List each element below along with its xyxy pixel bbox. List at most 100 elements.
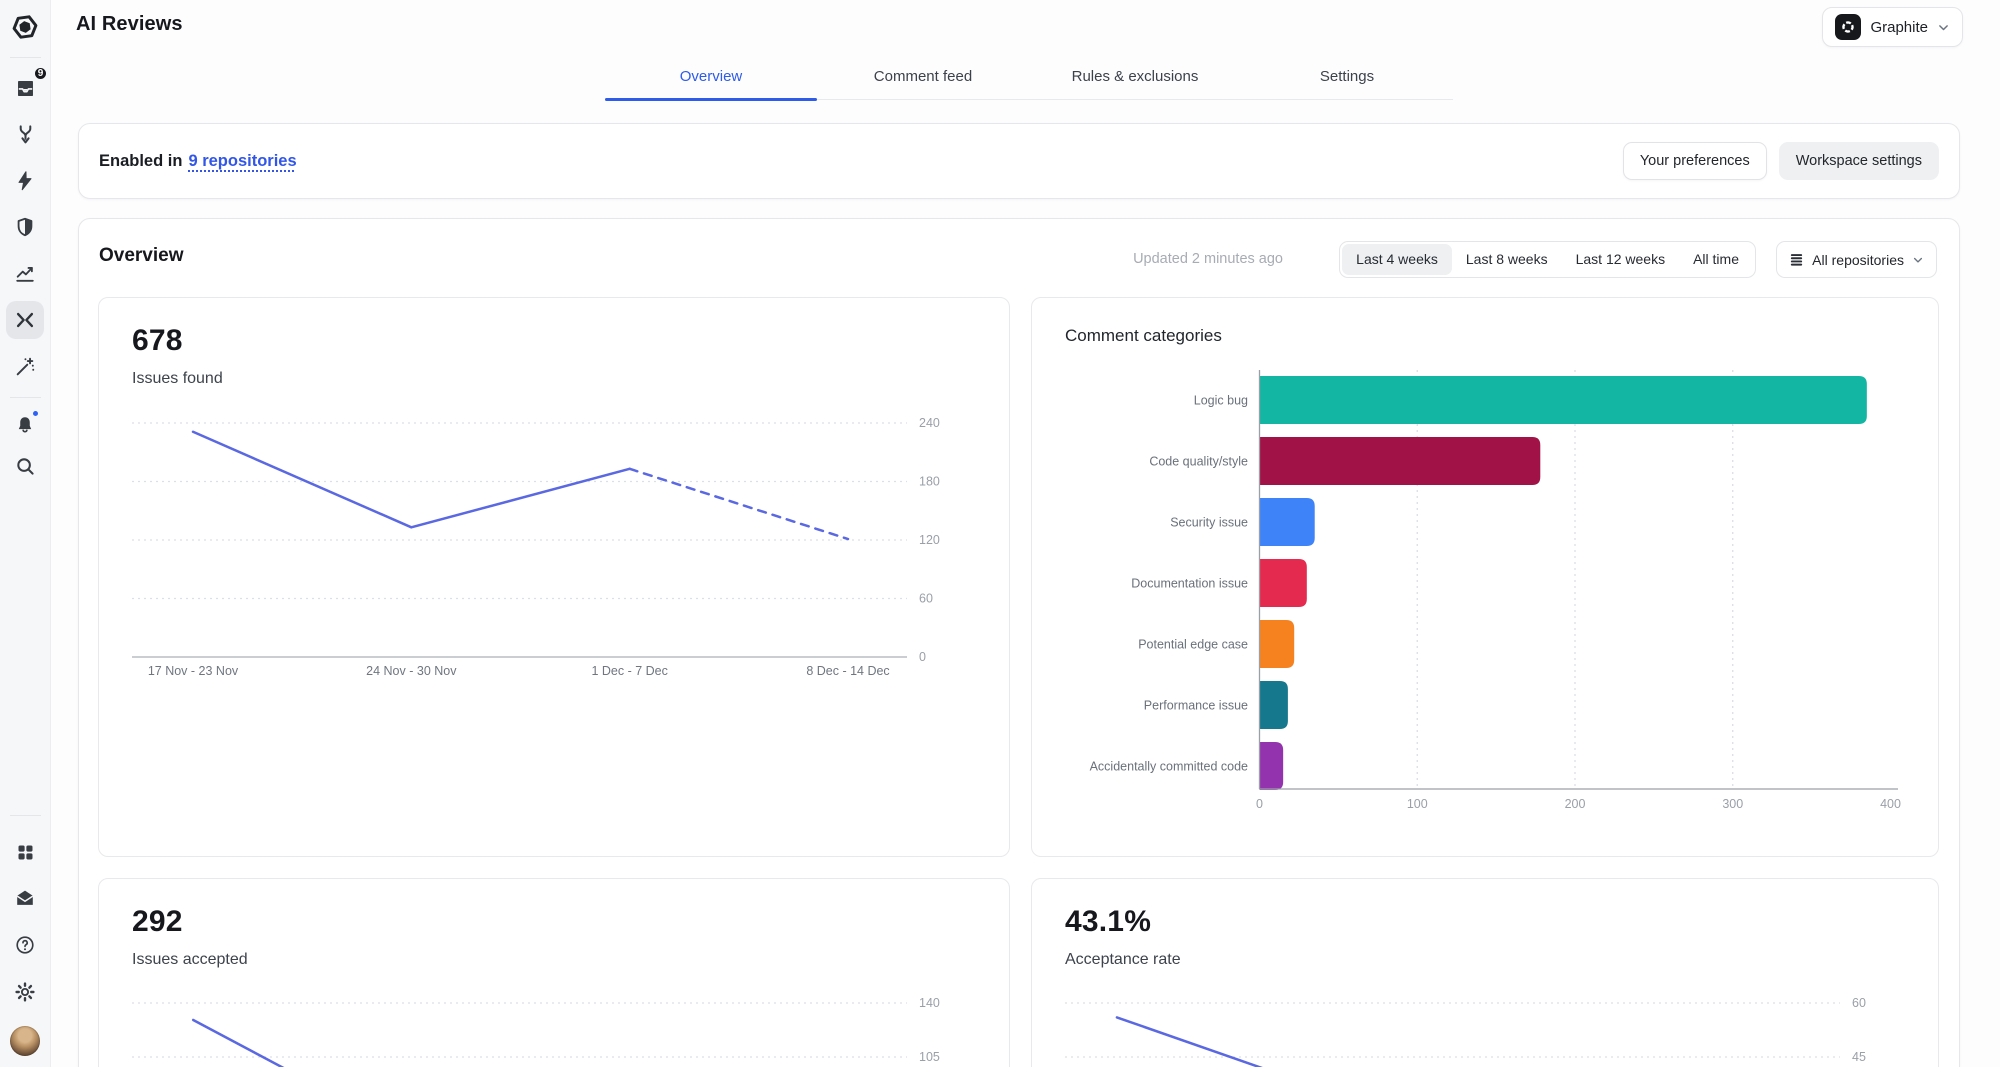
graphite-logo[interactable] [6,8,44,46]
chevron-down-icon [1913,257,1923,263]
issues-accepted-card: 292 Issues accepted 140 105 [98,878,1010,1067]
sidebar-divider [10,57,41,58]
help-icon [16,936,34,954]
enabled-banner: Enabled in 9 repositories Your preferenc… [78,123,1960,199]
svg-text:1 Dec - 7 Dec: 1 Dec - 7 Dec [591,664,667,678]
graphite-workspace-logo-icon [1835,14,1862,40]
svg-text:8 Dec - 14 Dec: 8 Dec - 14 Dec [806,664,889,678]
sidebar-item-protections[interactable] [6,208,44,246]
apps-grid-icon [18,845,32,859]
insights-icon [16,267,34,282]
svg-text:240: 240 [919,416,940,430]
svg-text:100: 100 [1407,797,1428,811]
time-range-selector: Last 4 weeks Last 8 weeks Last 12 weeks … [1339,241,1756,278]
ai-reviews-page: 9 AI Reviews Graphite Overview Comment f… [0,0,2000,1067]
flash-icon [18,171,32,191]
overview-section: Overview Updated 2 minutes ago Last 4 we… [78,218,1960,1067]
svg-text:Security issue: Security issue [1170,516,1248,530]
issues-accepted-value: 292 [132,905,183,938]
sidebar-divider [10,815,41,816]
graphite-logo-icon [12,15,38,39]
svg-text:Code quality/style: Code quality/style [1149,455,1248,469]
svg-text:Potential edge case: Potential edge case [1138,638,1248,652]
issues-found-value: 678 [132,324,183,357]
sidebar-item-assistant[interactable] [6,348,44,386]
sidebar-item-settings[interactable] [6,973,44,1011]
repositories-link[interactable]: 9 repositories [188,152,296,171]
svg-text:Accidentally committed code: Accidentally committed code [1090,760,1248,774]
sidebar-item-help[interactable] [6,926,44,964]
repo-stack-icon [1791,254,1803,266]
issues-accepted-chart: 140 105 [132,996,940,1067]
range-last-8-weeks[interactable]: Last 8 weeks [1452,244,1562,275]
workspace-settings-button[interactable]: Workspace settings [1778,142,1939,180]
svg-text:60: 60 [919,592,933,606]
wand-icon [16,357,35,376]
sidebar-item-apps[interactable] [6,833,44,871]
sidebar-item-automations[interactable] [6,162,44,200]
svg-text:17 Nov - 23 Nov: 17 Nov - 23 Nov [148,664,239,678]
your-preferences-button[interactable]: Your preferences [1622,142,1767,180]
sidebar-item-inbox[interactable]: 9 [6,66,48,107]
tab-rules-exclusions[interactable]: Rules & exclusions [1029,55,1241,99]
sidebar-item-insights[interactable] [6,254,44,292]
tab-overview[interactable]: Overview [605,55,817,101]
svg-text:Performance issue: Performance issue [1144,699,1248,713]
sidebar-item-notifications[interactable] [6,406,44,444]
acceptance-rate-label: Acceptance rate [1065,951,1181,968]
svg-text:200: 200 [1565,797,1586,811]
avatar [10,1026,40,1056]
svg-text:0: 0 [1256,797,1263,811]
range-last-12-weeks[interactable]: Last 12 weeks [1562,244,1680,275]
user-avatar[interactable] [6,1022,44,1060]
acceptance-rate-chart: 60 45 [1065,996,1866,1067]
svg-text:Documentation issue: Documentation issue [1131,577,1248,591]
merge-icon [19,124,31,143]
inbox-icon [17,80,33,96]
sidebar-item-ai-reviews[interactable] [6,301,44,339]
sidebar-item-mail[interactable] [6,879,44,917]
sidebar: 9 [0,0,51,1067]
tab-settings[interactable]: Settings [1241,55,1453,99]
issues-found-label: Issues found [132,370,223,387]
svg-text:60: 60 [1852,996,1866,1010]
comment-categories-title: Comment categories [1065,326,1222,345]
enabled-text: Enabled in [99,151,183,170]
inbox-badge: 9 [33,66,48,81]
overview-section-title: Overview [99,245,184,266]
sidebar-item-search[interactable] [6,447,44,485]
svg-text:45: 45 [1852,1050,1866,1064]
svg-text:24 Nov - 30 Nov: 24 Nov - 30 Nov [366,664,457,678]
svg-text:140: 140 [919,996,940,1010]
workspace-switcher[interactable]: Graphite [1822,7,1963,47]
banner-actions: Your preferences Workspace settings [1622,142,1939,180]
sidebar-item-merge[interactable] [6,115,44,153]
issues-found-card: 678 Issues found 0 60 120 180 240 17 Nov - 23… [98,297,1010,857]
svg-text:400: 400 [1880,797,1901,811]
repository-filter-label: All repositories [1812,251,1904,268]
svg-text:300: 300 [1722,797,1743,811]
gear-icon [15,982,35,1002]
svg-text:105: 105 [919,1050,940,1064]
search-icon [17,458,34,475]
acceptance-rate-card: 43.1% Acceptance rate 60 45 [1031,878,1939,1067]
svg-text:Logic bug: Logic bug [1194,394,1248,408]
chevron-down-icon [1939,24,1948,30]
issues-accepted-label: Issues accepted [132,951,248,968]
range-last-4-weeks[interactable]: Last 4 weeks [1342,244,1452,275]
acceptance-rate-value: 43.1% [1065,905,1152,938]
ai-reviews-icon [16,312,34,328]
comment-categories-chart: 0 100 200 300 400 Logic bug Code quality/style… [1090,370,1901,811]
mail-icon [16,890,34,905]
notification-dot [31,409,40,418]
repository-filter[interactable]: All repositories [1776,241,1937,278]
workspace-name: Graphite [1870,18,1928,36]
comment-categories-card: Comment categories 0 100 200 300 400 Logic bu… [1031,297,1939,857]
tab-comment-feed[interactable]: Comment feed [817,55,1029,99]
issues-found-chart: 0 60 120 180 240 17 Nov - 23 Nov 24 Nov - 30 N… [132,416,940,678]
tab-bar: Overview Comment feed Rules & exclusions… [605,55,1453,101]
svg-text:120: 120 [919,533,940,547]
range-all-time[interactable]: All time [1679,244,1753,275]
page-title: AI Reviews [76,13,183,35]
shield-icon [17,217,33,237]
